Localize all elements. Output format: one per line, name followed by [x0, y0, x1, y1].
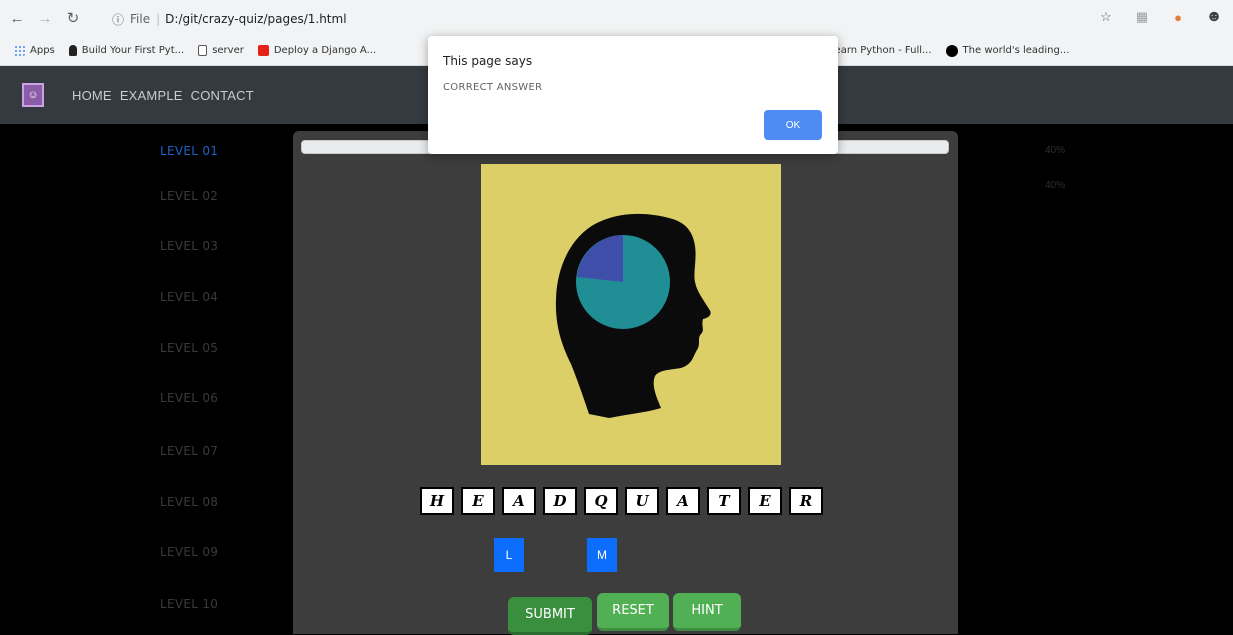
letter-tile[interactable]: A [502, 487, 536, 515]
level-item[interactable]: LEVEL 08 [160, 495, 218, 509]
letter-tile[interactable]: E [461, 487, 495, 515]
reload-icon[interactable]: ↻ [62, 7, 84, 29]
dialog-title: This page says [443, 54, 533, 68]
bookmark-label: server [212, 45, 244, 56]
level-item[interactable]: LEVEL 07 [160, 444, 218, 458]
level-item[interactable]: LEVEL 03 [160, 239, 218, 253]
youtube-icon [257, 45, 269, 56]
bookmark-label: The world's leading... [962, 45, 1070, 56]
level-item[interactable]: LEVEL 10 [160, 597, 218, 611]
letter-tile[interactable]: R [789, 487, 823, 515]
forward-arrow-icon[interactable]: → [34, 7, 56, 29]
scheme-label: File [130, 12, 151, 26]
ok-button[interactable]: OK [764, 110, 822, 140]
apps-grid-icon [14, 45, 25, 56]
bookmark-item[interactable]: The world's leading... [945, 44, 1070, 57]
nav-example[interactable]: EXAMPLE [120, 88, 183, 103]
bookmark-label: Apps [30, 45, 55, 56]
letter-tile[interactable]: E [748, 487, 782, 515]
bookmark-label: Learn Python - Full... [829, 45, 932, 56]
letter-tile[interactable]: Q [584, 487, 618, 515]
extension-icon[interactable]: ▦ [1133, 8, 1151, 26]
bookmark-label: Build Your First Pyt... [81, 45, 185, 56]
right-stat: 40% [1045, 180, 1066, 191]
dialog-message: CORRECT ANSWER [443, 82, 543, 93]
answer-slot[interactable]: M [587, 538, 617, 572]
level-sidebar: LEVEL 01 LEVEL 02 LEVEL 03 LEVEL 04 LEVE… [0, 124, 290, 634]
alert-dialog: This page says CORRECT ANSWER OK [428, 36, 838, 154]
page-icon [198, 45, 208, 56]
hint-button[interactable]: HINT [673, 593, 741, 631]
letter-tile[interactable]: H [420, 487, 454, 515]
letter-tile[interactable]: D [543, 487, 577, 515]
letter-tile[interactable]: A [666, 487, 700, 515]
browser-toolbar: ← → ↻ ⓘ File | D:/git/crazy-quiz/pages/1… [0, 0, 1233, 36]
level-item[interactable]: LEVEL 01 [160, 144, 218, 158]
quiz-image [481, 164, 781, 465]
level-item[interactable]: LEVEL 04 [160, 290, 218, 304]
extension-puzzle-icon[interactable]: ● [1169, 8, 1187, 26]
letter-tile[interactable]: T [707, 487, 741, 515]
back-arrow-icon[interactable]: ← [6, 7, 28, 29]
answer-slot[interactable]: L [494, 538, 524, 572]
address-separator: | [156, 12, 161, 26]
bookmark-item[interactable]: server [198, 45, 244, 56]
level-item[interactable]: LEVEL 02 [160, 189, 218, 203]
url-text: D:/git/crazy-quiz/pages/1.html [165, 12, 347, 26]
level-item[interactable]: LEVEL 09 [160, 545, 218, 559]
nav-home[interactable]: HOME [72, 88, 112, 103]
profile-icon[interactable]: ☻ [1205, 8, 1223, 26]
microphone-icon [68, 45, 77, 56]
bookmark-apps[interactable]: Apps [14, 45, 55, 56]
info-icon[interactable]: ⓘ [112, 11, 124, 28]
right-stat: 40% [1045, 145, 1066, 156]
address-bar[interactable]: ⓘ File | D:/git/crazy-quiz/pages/1.html [112, 7, 1112, 31]
bookmark-label: Deploy a Django A... [273, 45, 377, 56]
nav-contact[interactable]: CONTACT [191, 88, 254, 103]
level-item[interactable]: LEVEL 05 [160, 341, 218, 355]
bookmark-item[interactable]: Deploy a Django A... [257, 45, 377, 56]
letter-tiles: H E A D Q U A T E R [420, 487, 823, 515]
reset-button[interactable]: RESET [597, 593, 669, 631]
letter-tile[interactable]: U [625, 487, 659, 515]
github-icon [945, 44, 958, 57]
site-logo-icon[interactable]: ☺ [22, 83, 44, 107]
bookmark-item[interactable]: Build Your First Pyt... [68, 45, 185, 56]
level-item[interactable]: LEVEL 06 [160, 391, 218, 405]
head-silhouette-icon [555, 213, 711, 418]
submit-button[interactable]: SUBMIT [508, 597, 592, 635]
star-icon[interactable]: ☆ [1097, 8, 1115, 26]
